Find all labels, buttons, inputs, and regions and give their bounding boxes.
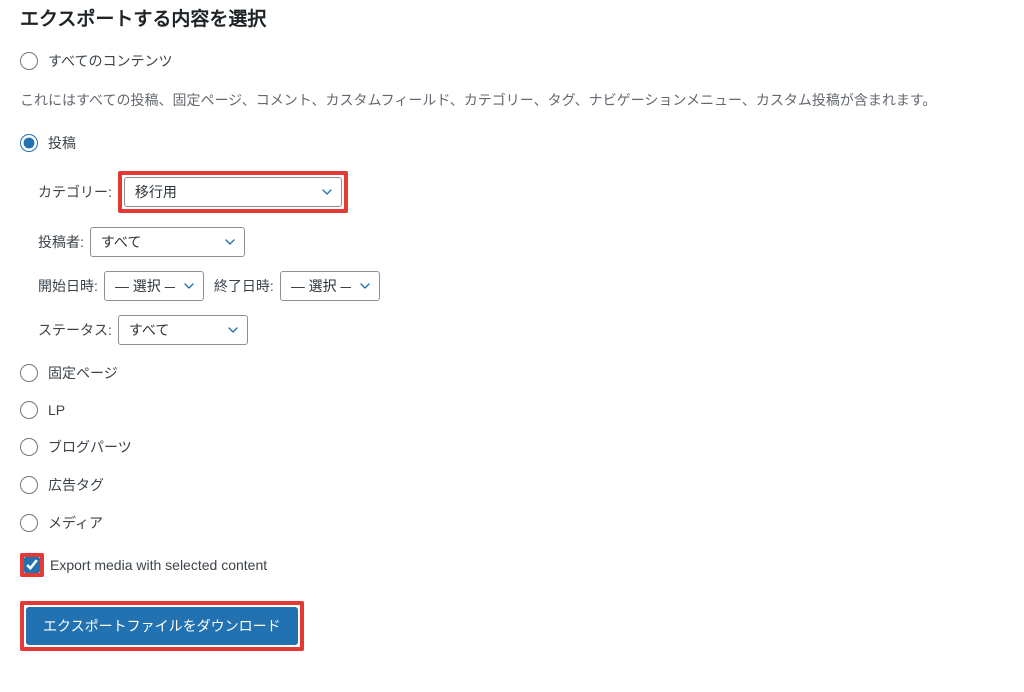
status-label: ステータス:: [38, 320, 112, 340]
posts-sub-options: カテゴリー: 移行用 投稿者: すべて 開始日時: — 選択 — 終了日時: —…: [38, 171, 1004, 345]
date-field-row: 開始日時: — 選択 — 終了日時: — 選択 —: [38, 271, 1004, 301]
export-media-checkbox[interactable]: [24, 556, 40, 574]
radio-posts[interactable]: [20, 134, 38, 152]
radio-posts-label: 投稿: [48, 133, 76, 153]
status-select[interactable]: すべて: [118, 315, 248, 345]
author-label: 投稿者:: [38, 232, 84, 252]
end-date-label: 終了日時:: [214, 276, 274, 296]
radio-option-posts[interactable]: 投稿: [20, 133, 1004, 153]
radio-all-content[interactable]: [20, 52, 38, 70]
status-field-row: ステータス: すべて: [38, 315, 1004, 345]
radio-blog-parts[interactable]: [20, 438, 38, 456]
end-date-select[interactable]: — 選択 —: [280, 271, 380, 301]
radio-pages-label: 固定ページ: [48, 363, 118, 383]
download-export-button[interactable]: エクスポートファイルをダウンロード: [26, 607, 298, 645]
radio-option-media[interactable]: メディア: [20, 513, 1004, 533]
radio-ad-tag[interactable]: [20, 476, 38, 494]
start-date-select[interactable]: — 選択 —: [104, 271, 204, 301]
radio-blog-parts-label: ブログパーツ: [48, 437, 132, 457]
all-content-description: これにはすべての投稿、固定ページ、コメント、カスタムフィールド、カテゴリー、タグ…: [20, 89, 1004, 111]
radio-option-pages[interactable]: 固定ページ: [20, 363, 1004, 383]
category-select[interactable]: 移行用: [124, 177, 342, 207]
submit-button-highlight: エクスポートファイルをダウンロード: [20, 601, 304, 651]
radio-option-all[interactable]: すべてのコンテンツ: [20, 51, 1004, 71]
checkbox-highlight: [20, 553, 44, 577]
category-label: カテゴリー:: [38, 182, 112, 202]
radio-ad-tag-label: 広告タグ: [48, 475, 104, 495]
radio-all-label: すべてのコンテンツ: [48, 51, 172, 71]
author-field-row: 投稿者: すべて: [38, 227, 1004, 257]
radio-option-lp[interactable]: LP: [20, 401, 1004, 419]
author-select[interactable]: すべて: [90, 227, 245, 257]
page-heading: エクスポートする内容を選択: [20, 4, 1004, 31]
category-highlight: 移行用: [118, 171, 348, 213]
radio-lp-label: LP: [48, 402, 65, 418]
radio-media[interactable]: [20, 514, 38, 532]
radio-lp[interactable]: [20, 401, 38, 419]
radio-pages[interactable]: [20, 364, 38, 382]
radio-option-blog-parts[interactable]: ブログパーツ: [20, 437, 1004, 457]
export-media-checkbox-row: Export media with selected content: [20, 553, 1004, 577]
start-date-label: 開始日時:: [38, 276, 98, 296]
category-field-row: カテゴリー: 移行用: [38, 171, 1004, 213]
radio-media-label: メディア: [48, 513, 103, 533]
radio-option-ad-tag[interactable]: 広告タグ: [20, 475, 1004, 495]
export-media-label: Export media with selected content: [50, 557, 267, 573]
